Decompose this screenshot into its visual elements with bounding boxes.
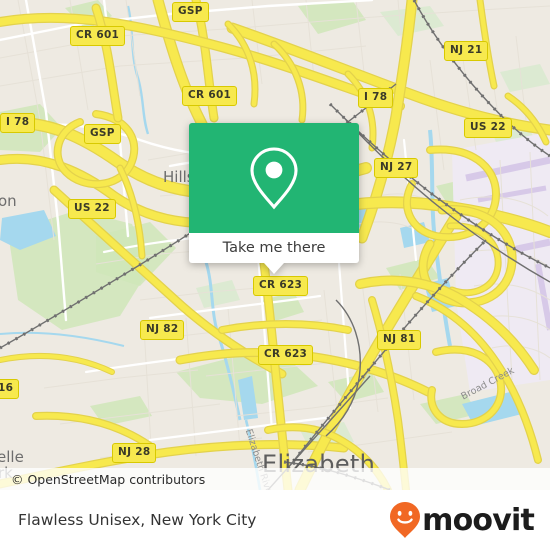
road-shield: NJ 28	[112, 443, 157, 463]
footer-bar: Flawless Unisex, New York City moovit	[0, 490, 550, 550]
callout-pointer-tail	[264, 263, 284, 274]
road-shield: I 78	[0, 113, 36, 133]
road-shield: NJ 21	[444, 41, 489, 61]
place-title: Flawless Unisex, New York City	[18, 511, 257, 529]
osm-attribution-text[interactable]: © OpenStreetMap contributors	[0, 472, 205, 487]
moovit-logo[interactable]: moovit	[389, 501, 550, 539]
screenshot-root: .bg { fill:#f2efe9; } .green { fill:#cfe…	[0, 0, 550, 550]
callout-image-panel	[189, 123, 359, 233]
location-callout[interactable]: Take me there	[189, 123, 359, 274]
map-pin-icon	[250, 147, 298, 210]
road-shield: CR 623	[253, 276, 309, 296]
moovit-wordmark: moovit	[422, 502, 535, 538]
road-shield: NJ 27	[374, 158, 419, 178]
moovit-smiley-pin-icon	[390, 502, 421, 538]
take-me-there-label: Take me there	[222, 240, 326, 256]
map-canvas[interactable]: .bg { fill:#f2efe9; } .green { fill:#cfe…	[0, 0, 550, 490]
road-shield: NJ 82	[140, 320, 185, 340]
take-me-there-button[interactable]: Take me there	[189, 233, 359, 263]
road-shield: I 78	[358, 88, 394, 108]
road-shield: US 22	[68, 199, 116, 219]
road-shield: CR 601	[70, 26, 126, 46]
road-shield: 16	[0, 379, 20, 399]
road-shield: GSP	[172, 2, 209, 22]
road-shield: CR 601	[182, 86, 238, 106]
road-shield: CR 623	[258, 345, 314, 365]
road-shield: GSP	[84, 124, 121, 144]
road-shield: US 22	[464, 118, 512, 138]
map-attribution-bar: © OpenStreetMap contributors	[0, 468, 550, 490]
road-shield: NJ 81	[377, 330, 422, 350]
